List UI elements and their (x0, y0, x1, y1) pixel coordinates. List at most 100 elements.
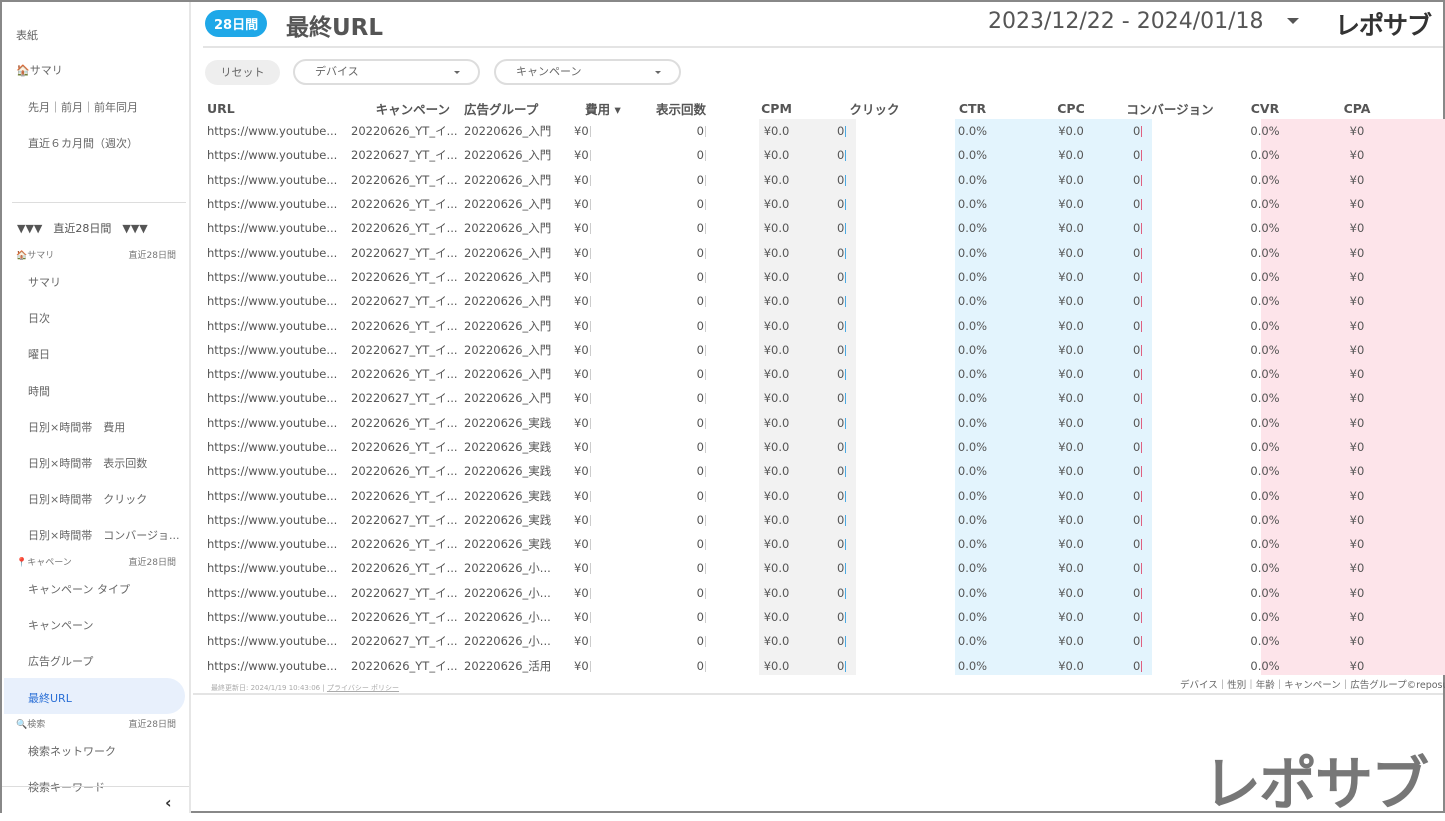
url-cell: https://www.youtube... (207, 435, 347, 459)
nav-item[interactable]: 広告グループ (28, 653, 93, 669)
nav-item[interactable]: キャンペーン (28, 617, 93, 633)
column-header[interactable]: CVR (1219, 98, 1311, 119)
table-row[interactable]: https://www.youtube...20220626_YT_イ...20… (207, 435, 1403, 459)
table-row[interactable]: https://www.youtube...20220626_YT_イ...20… (207, 119, 1403, 143)
table-row[interactable]: https://www.youtube...20220627_YT_イ...20… (207, 289, 1403, 313)
table-row[interactable]: https://www.youtube...20220627_YT_イ...20… (207, 338, 1403, 362)
date-range-picker[interactable]: 2023/12/22 - 2024/01/18 (988, 9, 1264, 34)
conversions-cell: 0 (1121, 629, 1219, 653)
table-row[interactable]: https://www.youtube...20220626_YT_イ...20… (207, 459, 1403, 483)
column-header[interactable]: URL (207, 98, 347, 119)
cpm-value: ¥0.0 (764, 586, 790, 600)
privacy-policy-link[interactable]: プライバシー ポリシー (327, 684, 399, 692)
data-bar (845, 612, 846, 623)
device-filter[interactable]: デバイス (293, 59, 480, 85)
campaign-filter[interactable]: キャンペーン (494, 59, 681, 85)
data-bar (705, 418, 706, 429)
ad-group-cell: 20220626_入門 (464, 265, 570, 289)
table-row[interactable]: https://www.youtube...20220626_YT_イ...20… (207, 168, 1403, 192)
table-row[interactable]: https://www.youtube...20220626_YT_イ...20… (207, 313, 1403, 337)
table-row[interactable]: https://www.youtube...20220626_YT_イ...20… (207, 654, 1403, 678)
collapse-sidebar-button[interactable]: ‹ (165, 793, 172, 812)
table-row[interactable]: https://www.youtube...20220627_YT_イ...20… (207, 629, 1403, 653)
column-header[interactable]: CPA (1311, 98, 1403, 119)
nav-compare[interactable]: 先月｜前月｜前年同月 (28, 99, 138, 115)
column-header[interactable]: 費用 ▾ (570, 98, 636, 119)
nav-item[interactable]: 曜日 (28, 346, 50, 362)
nav-item[interactable]: 日別×時間帯 費用 (28, 419, 125, 435)
column-header[interactable]: CTR (924, 98, 1021, 119)
campaign-cell: 20220626_YT_イ... (347, 435, 464, 459)
cvr-value: 0.0% (1250, 391, 1279, 405)
nav-item[interactable]: 日次 (28, 310, 50, 326)
cvr-cell: 0.0% (1219, 556, 1311, 580)
cpc-value: ¥0.0 (1058, 319, 1084, 333)
cpa-cell: ¥0 (1311, 192, 1403, 216)
ctr-cell: 0.0% (924, 629, 1021, 653)
column-header[interactable]: CPC (1021, 98, 1121, 119)
cvr-cell: 0.0% (1219, 386, 1311, 410)
data-bar (1141, 491, 1142, 502)
date-dropdown-icon[interactable] (1287, 18, 1299, 24)
cpm-value: ¥0.0 (764, 148, 790, 162)
conversions-cell: 0 (1121, 289, 1219, 313)
data-bar (1141, 369, 1142, 380)
report-links[interactable]: デバイス｜性別｜年齢｜キャンペーン｜広告グループ©reposub (1180, 677, 1445, 691)
cvr-value: 0.0% (1250, 489, 1279, 503)
cpa-value: ¥0 (1350, 173, 1365, 187)
table-row[interactable]: https://www.youtube...20220626_YT_イ...20… (207, 216, 1403, 240)
cvr-cell: 0.0% (1219, 168, 1311, 192)
nav-item[interactable]: 時間 (28, 383, 50, 399)
table-row[interactable]: https://www.youtube...20220627_YT_イ...20… (207, 581, 1403, 605)
table-row[interactable]: https://www.youtube...20220626_YT_イ...20… (207, 411, 1403, 435)
campaign-cell: 20220627_YT_イ... (347, 629, 464, 653)
campaign-cell: 20220627_YT_イ... (347, 143, 464, 167)
data-bar (845, 661, 846, 672)
column-header[interactable]: 表示回数 (636, 98, 728, 119)
table-row[interactable]: https://www.youtube...20220626_YT_イ...20… (207, 362, 1403, 386)
nav-item[interactable]: キャンペーン タイプ (28, 581, 130, 597)
cpa-value: ¥0 (1350, 197, 1365, 211)
column-header[interactable]: CPM (728, 98, 825, 119)
nav-item[interactable]: 日別×時間帯 クリック (28, 491, 147, 507)
clicks-value: 0 (837, 343, 844, 357)
nav-cover[interactable]: 表紙 (16, 27, 38, 43)
cvr-cell: 0.0% (1219, 119, 1311, 143)
data-bar (1141, 442, 1142, 453)
nav-item[interactable]: サマリ (28, 274, 61, 290)
table-row[interactable]: https://www.youtube...20220626_YT_イ...20… (207, 605, 1403, 629)
nav-six-months[interactable]: 直近６カ月間（週次） (28, 135, 138, 151)
nav-item[interactable]: 日別×時間帯 表示回数 (28, 455, 147, 471)
cost-value: ¥0 (574, 537, 589, 551)
column-header[interactable]: クリック (825, 98, 924, 119)
table-row[interactable]: https://www.youtube...20220626_YT_イ...20… (207, 192, 1403, 216)
url-cell: https://www.youtube... (207, 216, 347, 240)
table-row[interactable]: https://www.youtube...20220627_YT_イ...20… (207, 386, 1403, 410)
ctr-cell: 0.0% (924, 362, 1021, 386)
impressions-value: 0 (697, 294, 704, 308)
table-row[interactable]: https://www.youtube...20220626_YT_イ...20… (207, 556, 1403, 580)
ctr-cell: 0.0% (924, 289, 1021, 313)
cpm-value: ¥0.0 (764, 513, 790, 527)
nav-item[interactable]: 検索ネットワーク (28, 743, 116, 759)
table-row[interactable]: https://www.youtube...20220627_YT_イ...20… (207, 240, 1403, 264)
cost-value: ¥0 (574, 416, 589, 430)
column-header[interactable]: キャンペーン (347, 98, 464, 119)
reset-button[interactable]: リセット (205, 60, 280, 85)
nav-item[interactable]: 最終URL (28, 690, 72, 706)
data-bar (845, 636, 846, 647)
table-row[interactable]: https://www.youtube...20220626_YT_イ...20… (207, 265, 1403, 289)
clicks-value: 0 (837, 659, 844, 673)
column-header[interactable]: 広告グループ (464, 98, 570, 119)
data-bar (590, 248, 591, 259)
table-row[interactable]: https://www.youtube...20220626_YT_イ...20… (207, 483, 1403, 507)
nav-summary[interactable]: 🏠サマリ (16, 62, 63, 78)
cost-value: ¥0 (574, 294, 589, 308)
table-row[interactable]: https://www.youtube...20220626_YT_イ...20… (207, 532, 1403, 556)
table-row[interactable]: https://www.youtube...20220627_YT_イ...20… (207, 143, 1403, 167)
clicks-cell: 0 (825, 289, 924, 313)
column-header[interactable]: コンバージョン (1121, 98, 1219, 119)
ctr-value: 0.0% (958, 391, 987, 405)
nav-item[interactable]: 日別×時間帯 コンバージョ... (28, 527, 180, 543)
table-row[interactable]: https://www.youtube...20220627_YT_イ...20… (207, 508, 1403, 532)
